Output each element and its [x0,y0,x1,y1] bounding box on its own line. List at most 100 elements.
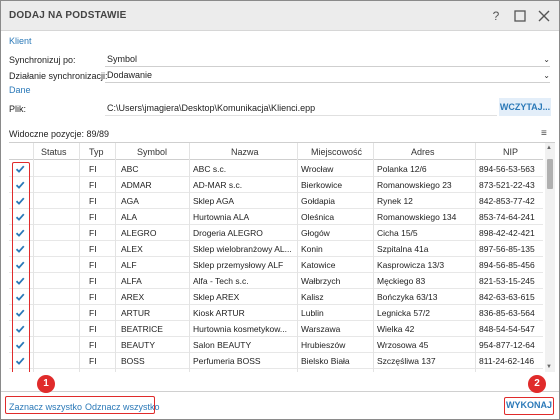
row-typ: FI [89,164,97,174]
table-row[interactable]: FI ABC ABC s.c. Wrocław Polanka 12/6 894-56-5… [9,161,543,177]
execute-button[interactable]: WYKONAJ [504,397,554,415]
file-path-field[interactable]: C:\Users\jmagiera\Desktop\Komunikacja\Kl… [105,102,497,116]
scrollbar-thumb[interactable] [547,159,553,189]
title-bar: DODAJ NA PODSTAWIE ? [1,1,559,31]
table-row[interactable]: FIDANUTASklep przemysłowy DAN...ŁódźPies… [9,369,543,372]
row-nazwa: Sklep AREX [193,292,240,302]
data-section-label[interactable]: Dane [9,85,31,95]
dialog-title: DODAJ NA PODSTAWIE [9,10,127,21]
table-row[interactable]: FI BEAUTY Salon BEAUTY Hrubieszów Wrzosowa 4… [9,337,543,353]
table-row[interactable]: FI ARTUR Kiosk ARTUR Lublin Legnicka 57/2 836… [9,305,543,321]
table-row[interactable]: FI ALFA Alfa - Tech s.c. Wałbrzych Męckiego … [9,273,543,289]
table-row[interactable]: FI AGA Sklep AGA Gołdapia Rynek 12 842-853-77… [9,193,543,209]
file-label: Plik: [9,104,27,114]
row-typ: FI [89,212,97,222]
row-typ: FI [89,196,97,206]
row-nazwa: Kiosk ARTUR [193,308,245,318]
row-symbol: AREX [121,292,145,302]
column-header-nip[interactable]: NIP [503,147,518,157]
table-row[interactable]: FI ALEGRO Drogeria ALEGRO Głogów Cicha 15/5 8… [9,225,543,241]
row-nazwa: Alfa - Tech s.c. [193,276,249,286]
chevron-down-icon: ⌄ [543,55,550,64]
row-nip: 842-63-63-615 [479,292,535,302]
column-header-adres[interactable]: Adres [411,147,435,157]
column-header-symbol[interactable]: Symbol [137,147,167,157]
maximize-icon[interactable] [511,7,529,25]
row-typ: FI [89,356,97,366]
sync-by-select[interactable]: Symbol ⌄ [105,53,550,67]
row-typ: FI [89,228,97,238]
sync-by-label: Synchronizuj po: [9,55,76,65]
row-symbol: ALEGRO [121,228,157,238]
row-nip: 897-56-85-135 [479,244,535,254]
row-nazwa: Salon BEAUTY [193,340,252,350]
scroll-up-icon[interactable]: ▲ [546,145,552,151]
row-adres: Wrzosowa 45 [377,340,429,350]
row-nip: 848-54-54-547 [479,324,535,334]
help-button[interactable]: ? [487,7,505,25]
column-header-miejscowosc[interactable]: Miejscowość [311,147,362,157]
clients-table: Status Typ Symbol Nazwa Miejscowość Adre… [9,142,555,372]
dialog-window: DODAJ NA PODSTAWIE ? Klient Synchronizuj… [0,0,560,420]
row-nip: 894-56-85-456 [479,260,535,270]
table-row[interactable]: FI BEATRICE Hurtownia kosmetykow... Warszaw… [9,321,543,337]
checkbox-column-highlight [12,162,30,372]
row-adres: Romanowskiego 134 [377,212,457,222]
row-symbol: ALF [121,260,137,270]
row-typ: FI [89,324,97,334]
load-file-button[interactable]: WCZYTAJ... [499,98,551,116]
row-nazwa: Sklep przemysłowy ALF [193,260,284,270]
row-miejscowosc: Hrubieszów [301,340,346,350]
row-nazwa: ABC s.c. [193,164,227,174]
client-section-label[interactable]: Klient [9,36,32,46]
row-miejscowosc: Oleśnica [301,212,335,222]
row-adres: Męckiego 83 [377,276,426,286]
row-symbol: ARTUR [121,308,151,318]
row-typ: FI [89,340,97,350]
row-nip: 821-53-15-245 [479,276,535,286]
column-header-nazwa[interactable]: Nazwa [231,147,259,157]
row-symbol: BOSS [121,356,145,366]
row-symbol: BEATRICE [121,324,163,334]
row-nazwa: Sklep wielobranżowy AL... [193,244,292,254]
row-nazwa: Hurtownia kosmetykow... [193,324,288,334]
row-miejscowosc: Gołdapia [301,196,336,206]
row-nazwa: Sklep AGA [193,196,235,206]
row-typ: FI [89,260,97,270]
row-adres: Legnicka 57/2 [377,308,430,318]
row-nip: 836-85-63-564 [479,308,535,318]
row-typ: FI [89,180,97,190]
row-symbol: BEAUTY [121,340,156,350]
annotation-badge-1: 1 [37,375,55,393]
table-row[interactable]: FI ALA Hurtownia ALA Oleśnica Romanowskiego … [9,209,543,225]
row-typ: FI [89,292,97,302]
column-header-status[interactable]: Status [41,147,67,157]
row-adres: Romanowskiego 23 [377,180,452,190]
row-nazwa: Perfumeria BOSS [193,356,261,366]
sync-action-value: Dodawanie [107,70,153,80]
row-adres: Rynek 12 [377,196,413,206]
scroll-down-icon[interactable]: ▼ [546,364,552,370]
row-typ: FI [89,276,97,286]
sync-action-label: Działanie synchronizacji: [9,71,108,81]
column-menu-icon[interactable]: ≡ [541,128,547,139]
row-miejscowosc: Lublin [301,308,324,318]
row-typ: FI [89,308,97,318]
row-miejscowosc: Kalisz [301,292,324,302]
row-adres: Szpitalna 41a [377,244,429,254]
table-row[interactable]: FI AREX Sklep AREX Kalisz Bończyka 63/13 842-… [9,289,543,305]
column-header-typ[interactable]: Typ [89,147,104,157]
row-nazwa: AD-MAR s.c. [193,180,243,190]
table-row[interactable]: FI ALF Sklep przemysłowy ALF Katowice Kaspro… [9,257,543,273]
row-nip: 898-42-42-421 [479,228,535,238]
table-row[interactable]: FI BOSS Perfumeria BOSS Bielsko Biała Szczęś… [9,353,543,369]
row-symbol: ADMAR [121,180,152,190]
table-row[interactable]: FI ADMAR AD-MAR s.c. Bierkowice Romanowskieg… [9,177,543,193]
table-row[interactable]: FI ALEX Sklep wielobranżowy AL... Konin Szpi… [9,241,543,257]
close-icon[interactable] [535,7,553,25]
table-header: Status Typ Symbol Nazwa Miejscowość Adre… [9,143,543,160]
sync-action-select[interactable]: Dodawanie ⌄ [105,69,550,83]
row-miejscowosc: Wałbrzych [301,276,341,286]
row-miejscowosc: Katowice [301,260,336,270]
row-miejscowosc: Głogów [301,228,330,238]
